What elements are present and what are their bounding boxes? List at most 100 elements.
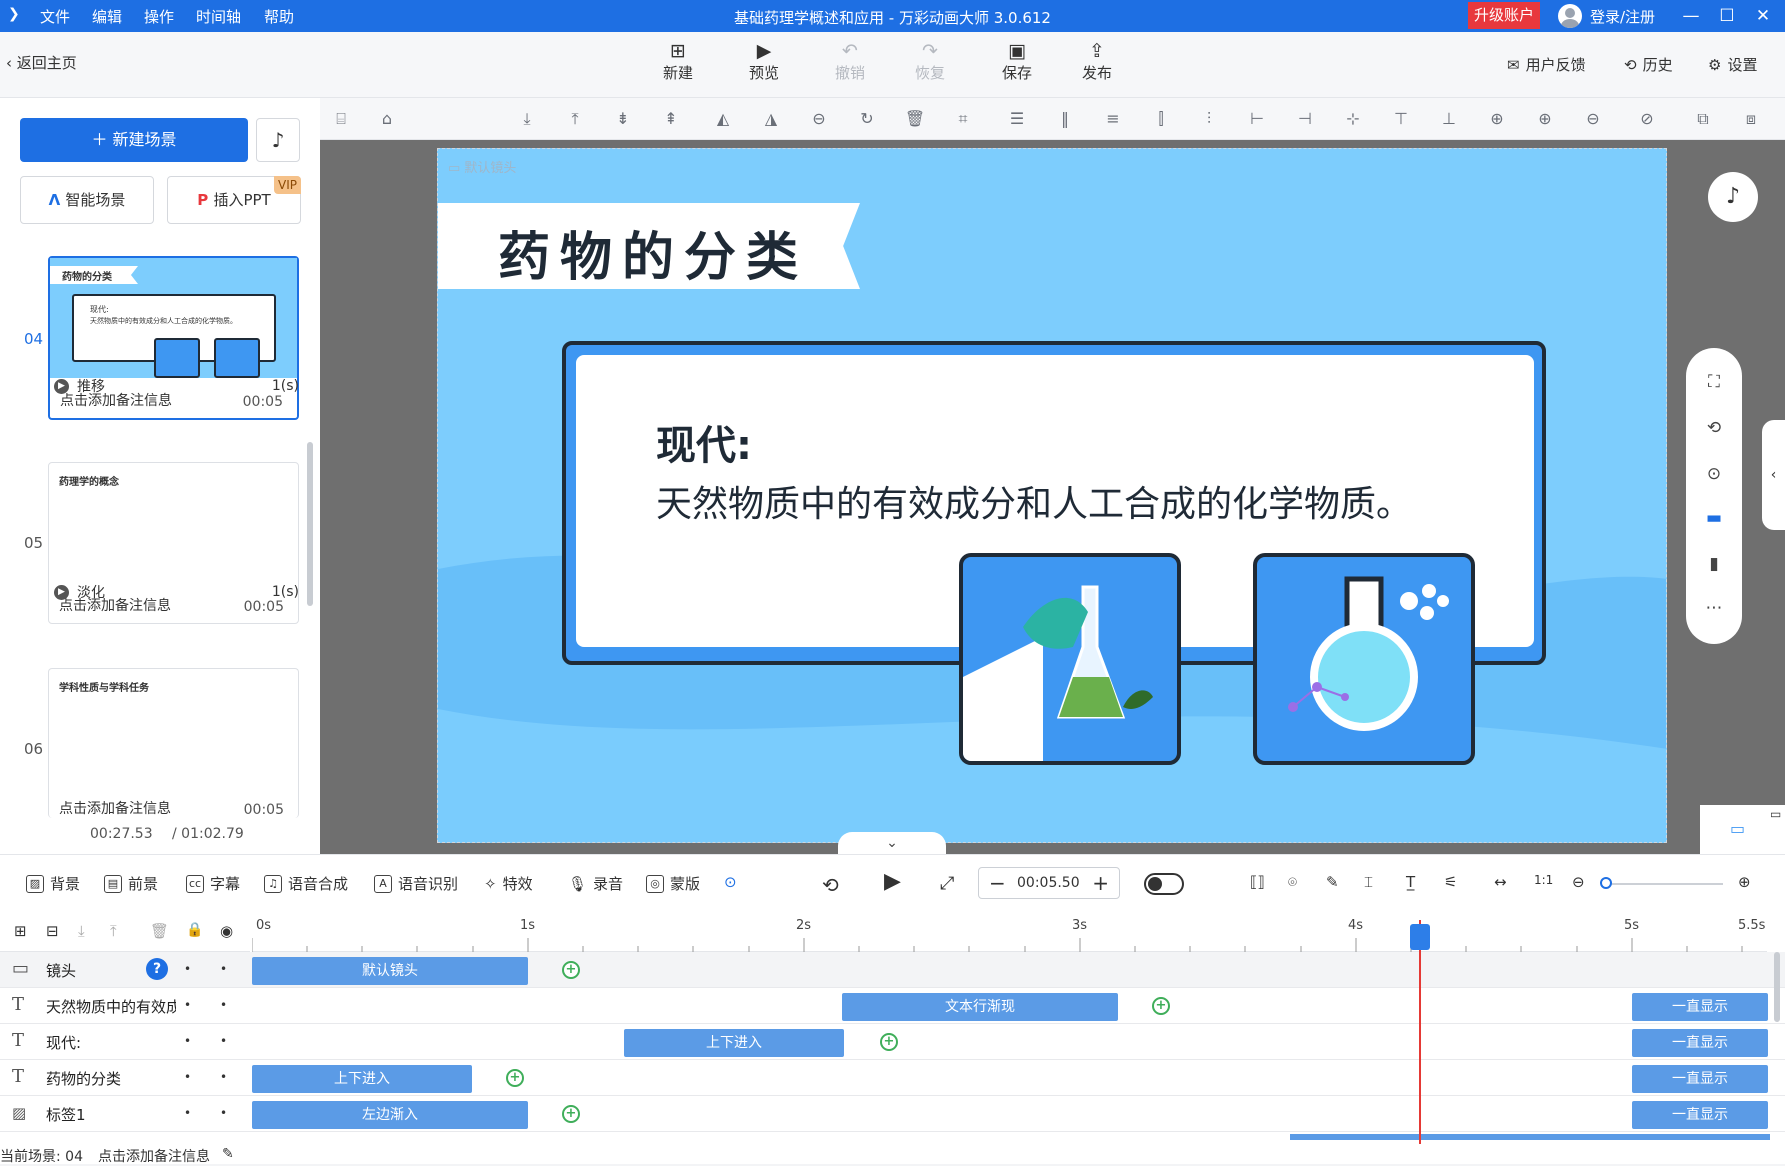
track-text-title[interactable]: T 药物的分类 • • 上下进入 + 一直显示 (0, 1060, 1785, 1096)
bg-music-button[interactable]: ♪ (1708, 172, 1758, 222)
track-text-desc[interactable]: T 天然物质中的有效成 • • 文本行渐现 + 一直显示 (0, 988, 1785, 1024)
music-button[interactable]: ♪ (256, 118, 300, 162)
track-dot[interactable]: • (220, 962, 227, 976)
fullscreen-button[interactable]: ⤢ (940, 873, 954, 894)
timeline-ruler[interactable]: 0s 1s 2s 3s 4s 5s 5.5s (252, 912, 1767, 952)
insert-ppt-button[interactable]: P 插入PPT VIP (167, 176, 301, 224)
landscape-icon[interactable]: ▬ (1702, 506, 1726, 530)
add-keyframe-icon[interactable]: + (562, 961, 580, 979)
tts-button[interactable]: ♫ 语音合成 (264, 873, 348, 894)
track-text-modern[interactable]: T 现代: • • 上下进入 + 一直显示 (0, 1024, 1785, 1060)
clip-default-camera[interactable]: 默认镜头 (252, 957, 528, 985)
new-button[interactable]: ⊞ 新建 (648, 40, 708, 83)
zoom-out-icon[interactable]: ⊖ (1582, 108, 1604, 130)
align-up-icon[interactable]: ⊤ (1390, 108, 1412, 130)
flip-v-icon[interactable]: ◮ (760, 108, 782, 130)
move-down-icon[interactable]: ⇟ (612, 108, 634, 130)
track-camera[interactable]: ▭ 镜头 ? • • 默认镜头 + (0, 952, 1785, 988)
track-dot[interactable]: • (220, 1106, 227, 1120)
replay-button[interactable]: ⟲ (822, 873, 839, 897)
move-bottom-icon[interactable]: ⤓ (516, 108, 538, 130)
fit-screen-icon[interactable]: ⛶ (1702, 370, 1726, 394)
description-text[interactable]: 天然物质中的有效成分和人工合成的化学物质。 (656, 475, 1412, 527)
paste-icon[interactable]: ⧈ (1740, 108, 1762, 130)
slide-canvas[interactable]: ▭ 默认镜头 药物的分类 现代: 天然物质中的有效成分和人工合成的化学物质。 (437, 148, 1667, 843)
play-button[interactable]: ▶ (884, 869, 901, 894)
track-dot[interactable]: • (184, 962, 191, 976)
clip-always-show[interactable]: 一直显示 (1632, 1065, 1768, 1093)
scene-scrollbar[interactable] (307, 442, 313, 606)
scene-note[interactable]: 点击添加备注信息 (59, 798, 171, 818)
mask-button[interactable]: ◎ 蒙版 (646, 873, 700, 894)
add-keyframe-icon[interactable]: + (506, 1069, 524, 1087)
toggle-switch[interactable] (1144, 873, 1184, 895)
more-tools-button[interactable]: ⊙ (724, 873, 737, 891)
track-label1[interactable]: ▨ 标签1 • • 左边渐入 + 一直显示 (0, 1096, 1785, 1132)
maximize-icon[interactable]: ☐ (1716, 5, 1738, 27)
sliders-icon[interactable]: ⚟ (1444, 873, 1457, 891)
camera-icon[interactable]: ⌾ (1288, 873, 1297, 891)
align-bottom-icon[interactable]: ≡ (1102, 108, 1124, 130)
track-dot[interactable]: • (220, 998, 227, 1012)
status-note[interactable]: 点击添加备注信息 (98, 1146, 210, 1166)
foreground-button[interactable]: ▤ 前景 (104, 873, 158, 894)
track-dot[interactable]: • (184, 1070, 191, 1084)
zoom-in-icon[interactable]: ⊕ (1534, 108, 1556, 130)
portrait-icon[interactable]: ▮ (1702, 552, 1726, 576)
close-icon[interactable]: ✕ (1752, 5, 1774, 27)
playhead-handle[interactable] (1410, 924, 1430, 950)
save-button[interactable]: ▣ 保存 (987, 40, 1047, 83)
clip-always-show[interactable]: 一直显示 (1632, 1101, 1768, 1129)
split-icon[interactable]: ⌶ (1364, 873, 1373, 891)
scene-card-06[interactable]: 学科性质与学科任务 点击添加备注信息 00:05 (48, 668, 299, 818)
fit-width-icon[interactable]: ↔ (1494, 873, 1507, 891)
clip-updown-in[interactable]: 上下进入 (624, 1029, 844, 1057)
clip-updown-in[interactable]: 上下进入 (252, 1065, 472, 1093)
align-right-icon[interactable]: ⊣ (1294, 108, 1316, 130)
transition-row[interactable]: ▶ 推移 1(s) (54, 376, 299, 396)
undo-button[interactable]: ↶ 撤销 (820, 40, 880, 83)
zoom-slider[interactable] (1605, 883, 1723, 885)
track-dot[interactable]: • (220, 1034, 227, 1048)
menu-edit[interactable]: 编辑 (92, 6, 122, 27)
background-button[interactable]: ▨ 背景 (26, 873, 80, 894)
eye-icon[interactable]: ◉ (220, 922, 233, 940)
zoom-in-icon[interactable]: ⊕ (1738, 873, 1751, 891)
add-folder-icon[interactable]: ⊞ (14, 922, 27, 940)
center-icon[interactable]: ⊕ (1486, 108, 1508, 130)
new-scene-button[interactable]: ＋ 新建场景 (20, 118, 248, 162)
distribute-v-icon[interactable]: ⫶ (1198, 108, 1220, 130)
history-button[interactable]: ⟲ 历史 (1624, 54, 1673, 75)
effects-button[interactable]: ✧ 特效 (484, 873, 533, 894)
menu-operate[interactable]: 操作 (144, 6, 174, 27)
menu-timeline[interactable]: 时间轴 (196, 6, 241, 27)
align-down-icon[interactable]: ⊥ (1438, 108, 1460, 130)
rotate-icon[interactable]: ↻ (856, 108, 878, 130)
distribute-h-icon[interactable]: ⫿ (1150, 108, 1172, 130)
timeline-hscrollbar[interactable] (1290, 1134, 1770, 1140)
align-middle-icon[interactable]: ‖ (1054, 108, 1076, 130)
copy-icon[interactable]: ⧉ (1692, 108, 1714, 130)
menu-file[interactable]: 文件 (40, 6, 70, 27)
edit-icon[interactable]: ✎ (1326, 873, 1339, 891)
zoom-knob[interactable] (1600, 877, 1612, 889)
format-painter-icon[interactable]: ⌸ (330, 108, 352, 130)
subtitle-button[interactable]: cc 字幕 (186, 873, 240, 894)
home-icon[interactable]: ⌂ (376, 108, 398, 130)
expand-panel-button[interactable]: ‹ (1762, 420, 1785, 530)
move-down-icon[interactable]: ⤓ (78, 922, 85, 940)
back-home-button[interactable]: ‹ 返回主页 (6, 52, 77, 73)
track-dot[interactable]: • (184, 1106, 191, 1120)
lock-icon[interactable]: ⊙ (1702, 462, 1726, 486)
add-keyframe-icon[interactable]: + (880, 1033, 898, 1051)
minus-icon[interactable]: − (989, 871, 1006, 895)
minimap-toggle-icon[interactable]: ▭ (1770, 807, 1781, 821)
delete-icon[interactable]: 🗑 (904, 108, 926, 130)
time-value[interactable]: 00:05.50 (1017, 875, 1080, 891)
flask-bubbles-image[interactable] (1253, 553, 1475, 765)
flip-h-icon[interactable]: ◭ (712, 108, 734, 130)
crop-icon[interactable]: ⌗ (952, 108, 974, 130)
clip-always-show[interactable]: 一直显示 (1632, 1029, 1768, 1057)
move-up-icon[interactable]: ⇞ (660, 108, 682, 130)
collapse-canvas-button[interactable]: ⌄ (838, 832, 946, 854)
